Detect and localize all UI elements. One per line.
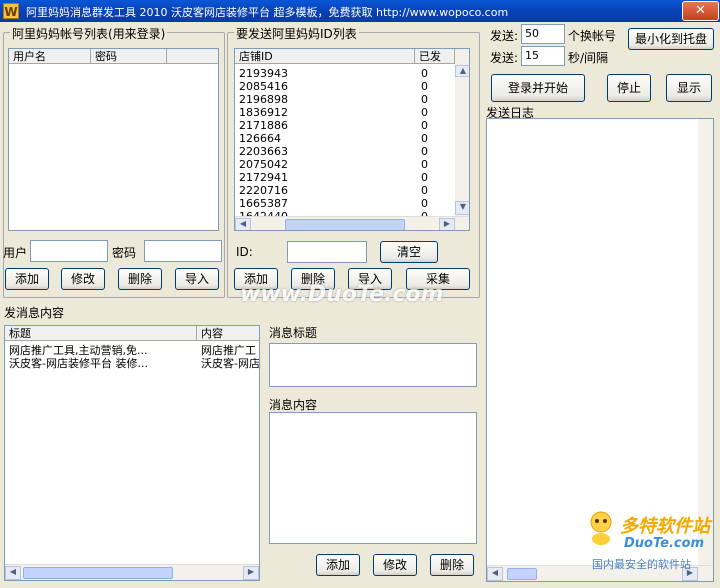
user-label: 用户: [3, 246, 28, 260]
accounts-list[interactable]: 用户名 密码: [8, 48, 219, 231]
account-edit-button[interactable]: 修改: [61, 268, 105, 290]
target-row-id[interactable]: 1836912: [239, 106, 288, 119]
send-label-interval: 发送:: [490, 51, 519, 65]
target-row-sent[interactable]: 0: [421, 145, 428, 158]
target-row-id[interactable]: 2075042: [239, 158, 288, 171]
scroll-right-button[interactable]: ▶: [439, 218, 455, 230]
target-row-id[interactable]: 2193943: [239, 67, 288, 80]
clear-button[interactable]: 清空: [380, 241, 438, 263]
message-row-content[interactable]: 网店推广工: [201, 344, 256, 357]
messages-list[interactable]: 标题 内容 网店推广工具,主动营销,免... 网店推广工沃皮客-网店装修平台 装修…: [4, 325, 260, 581]
target-row-id[interactable]: 2172941: [239, 171, 288, 184]
column-header-title[interactable]: 标题: [5, 326, 197, 341]
switch-account-label: 个换帐号: [568, 29, 617, 43]
target-row-sent[interactable]: 0: [421, 106, 428, 119]
account-delete-button[interactable]: 删除: [118, 268, 162, 290]
targets-list[interactable]: 店铺ID 已发 2193943 0 2085416 0 2196898 0 1836912 0…: [234, 48, 470, 231]
center-watermark: www.DuoTe.com: [240, 282, 444, 307]
target-row-id[interactable]: 2203663: [239, 145, 288, 158]
target-row-id[interactable]: 2171886: [239, 119, 288, 132]
target-row-id[interactable]: 2196898: [239, 93, 288, 106]
id-input[interactable]: [287, 241, 367, 263]
window-title: 阿里妈妈消息群发工具 2010 沃皮客网店装修平台 超多模板，免费获取 http…: [26, 6, 509, 19]
column-header-shop-id[interactable]: 店铺ID: [235, 49, 415, 64]
message-row-content[interactable]: 沃皮客-网店: [201, 357, 259, 370]
target-row-sent[interactable]: 0: [421, 171, 428, 184]
scroll-left-button[interactable]: ◀: [235, 218, 251, 230]
scroll-right-button[interactable]: ▶: [243, 566, 259, 580]
user-input[interactable]: [30, 240, 108, 262]
message-row-title[interactable]: 沃皮客-网店装修平台 装修...: [9, 357, 148, 370]
target-row-sent[interactable]: 0: [421, 132, 428, 145]
interval-label: 秒/间隔: [568, 51, 609, 65]
target-row-sent[interactable]: 0: [421, 119, 428, 132]
target-row-sent[interactable]: 0: [421, 67, 428, 80]
show-button[interactable]: 显示: [666, 74, 712, 102]
message-row-title[interactable]: 网店推广工具,主动营销,免...: [9, 344, 147, 357]
account-import-button[interactable]: 导入: [175, 268, 219, 290]
scroll-left-button[interactable]: ◀: [5, 566, 21, 580]
column-header-content[interactable]: 内容: [197, 326, 259, 341]
send-label-accounts: 发送:: [490, 29, 519, 43]
brand-mascot-icon: [586, 510, 616, 546]
target-row-sent[interactable]: 0: [421, 184, 428, 197]
column-header-username[interactable]: 用户名: [9, 49, 91, 64]
password-label: 密码: [112, 246, 137, 260]
message-title-label: 消息标题: [269, 326, 318, 340]
column-header-password[interactable]: 密码: [91, 49, 167, 64]
target-row-id[interactable]: 2085416: [239, 80, 288, 93]
password-input[interactable]: [144, 240, 222, 262]
accounts-legend: 阿里妈妈帐号列表(用来登录): [10, 25, 168, 42]
message-add-button[interactable]: 添加: [316, 554, 360, 576]
app-icon: W: [3, 3, 19, 19]
targets-horizontal-scrollbar[interactable]: ◀ ▶: [235, 216, 469, 230]
stop-button[interactable]: 停止: [607, 74, 651, 102]
log-vertical-scrollbar[interactable]: [698, 119, 713, 565]
account-count-input[interactable]: 50: [521, 24, 565, 44]
scroll-left-button[interactable]: ◀: [487, 567, 503, 581]
message-delete-button[interactable]: 删除: [430, 554, 474, 576]
column-header-blank: [167, 49, 218, 64]
close-button[interactable]: ✕: [682, 1, 719, 21]
brand-slogan: 国内最安全的软件站: [592, 558, 691, 571]
id-label: ID:: [236, 245, 253, 259]
message-title-input[interactable]: [269, 343, 477, 387]
brand-url: DuoTe.com: [624, 536, 705, 551]
login-start-button[interactable]: 登录并开始: [491, 74, 585, 102]
target-row-id[interactable]: 1665387: [239, 197, 288, 210]
targets-legend: 要发送阿里妈妈ID列表: [234, 25, 359, 42]
target-row-sent[interactable]: 0: [421, 197, 428, 210]
messages-horizontal-scrollbar[interactable]: ◀ ▶: [5, 564, 259, 580]
messages-label: 发消息内容: [4, 306, 65, 320]
message-edit-button[interactable]: 修改: [373, 554, 417, 576]
brand-logo: 多特软件站: [620, 516, 710, 537]
scroll-thumb[interactable]: [285, 219, 405, 230]
scroll-thumb[interactable]: [507, 568, 537, 580]
column-header-sent[interactable]: 已发: [415, 49, 455, 64]
scroll-down-button[interactable]: ▼: [455, 201, 469, 215]
target-row-sent[interactable]: 0: [421, 80, 428, 93]
scroll-up-button[interactable]: ▲: [455, 65, 469, 77]
target-row-id[interactable]: 2220716: [239, 184, 288, 197]
target-row-sent[interactable]: 0: [421, 158, 428, 171]
interval-input[interactable]: 15: [521, 46, 565, 66]
targets-vertical-scrollbar[interactable]: ▲ ▼: [455, 49, 469, 216]
message-content-label: 消息内容: [269, 398, 318, 412]
minimize-to-tray-button[interactable]: 最小化到托盘: [628, 28, 714, 50]
scroll-thumb[interactable]: [23, 567, 173, 579]
target-row-sent[interactable]: 0: [421, 93, 428, 106]
account-add-button[interactable]: 添加: [5, 268, 49, 290]
message-content-input[interactable]: [269, 412, 477, 544]
target-row-id[interactable]: 126664: [239, 132, 281, 145]
